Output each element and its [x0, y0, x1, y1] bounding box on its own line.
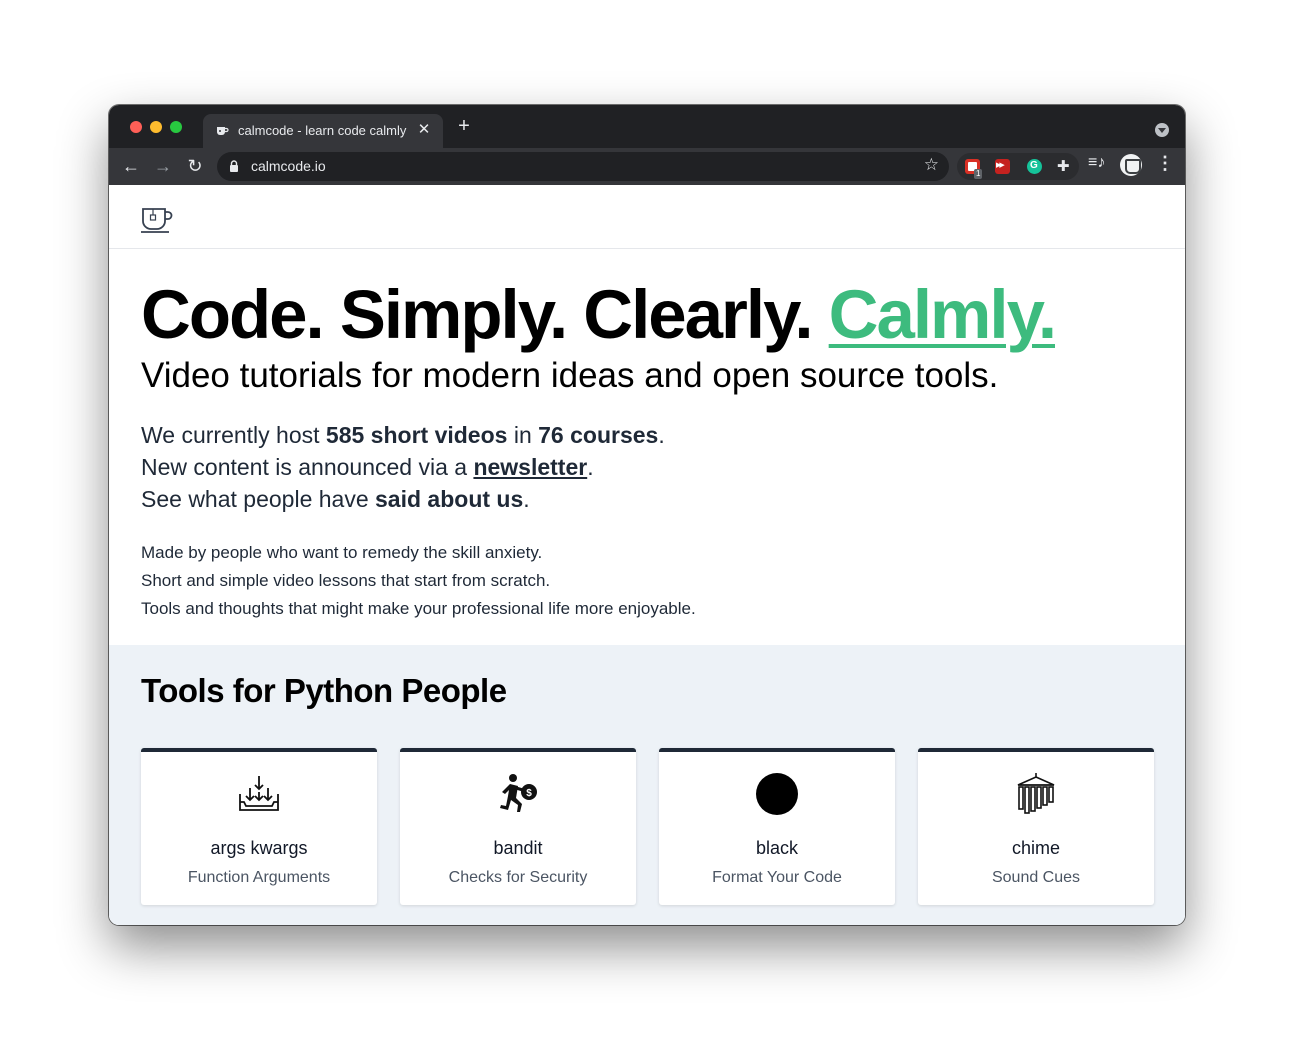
menu-icon[interactable]: ⋮ [1156, 153, 1174, 174]
calmly-link[interactable]: Calmly. [829, 276, 1057, 353]
stats-line-3: See what people have said about us. [141, 483, 665, 515]
stats-text: New content is announced via a [141, 454, 474, 480]
reload-button[interactable]: ↻ [182, 153, 208, 179]
media-icon[interactable]: ≡♪ [1088, 154, 1105, 172]
puzzle-icon[interactable]: ✚ [1057, 157, 1072, 175]
stats-text: . [658, 422, 665, 448]
card-subtitle: Format Your Code [712, 869, 842, 886]
stats-text: . [523, 486, 530, 512]
browser-window: calmcode - learn code calmly ✕ + ← → ↻ c… [109, 105, 1185, 925]
stats-line-2: New content is announced via a newslette… [141, 451, 665, 483]
about-line: Tools and thoughts that might make your … [141, 599, 696, 618]
black-circle-icon [756, 773, 798, 815]
course-card-black[interactable]: black Format Your Code [659, 748, 895, 905]
tab-close-icon[interactable]: ✕ [415, 120, 433, 140]
card-subtitle: Checks for Security [448, 869, 588, 886]
stats-text: . [587, 454, 594, 480]
about-block: Made by people who want to remedy the sk… [141, 539, 696, 623]
stats-text: in [507, 422, 539, 448]
coffee-cup-logo-icon[interactable] [141, 206, 173, 234]
svg-text:$: $ [526, 788, 532, 799]
newsletter-link[interactable]: newsletter [473, 454, 587, 480]
stats-line-1: We currently host 585 short videos in 76… [141, 419, 665, 451]
about-line: Short and simple video lessons that star… [141, 571, 551, 590]
extension-badge: 1 [974, 169, 983, 179]
extensions-area: 1 ✚ [957, 153, 1079, 180]
lock-icon [230, 160, 238, 172]
tab-title: calmcode - learn code calmly [238, 123, 407, 138]
card-subtitle: Sound Cues [991, 869, 1081, 886]
hero-title-main: Code. Simply. Clearly. [141, 276, 829, 353]
new-tab-button[interactable]: + [453, 116, 475, 138]
card-subtitle: Function Arguments [187, 869, 331, 886]
hero-subtitle: Video tutorials for modern ideas and ope… [141, 356, 999, 395]
url-text[interactable]: calmcode.io [251, 158, 326, 174]
tab-strip: calmcode - learn code calmly ✕ + [109, 105, 1185, 148]
videos-count: 585 short videos [325, 422, 508, 448]
card-title: black [755, 838, 799, 858]
course-card-args-kwargs[interactable]: args kwargs Function Arguments [141, 748, 377, 905]
card-title: chime [1011, 838, 1060, 858]
tools-heading: Tools for Python People [141, 672, 507, 709]
browser-toolbar: ← → ↻ calmcode.io ☆ 1 ✚ ≡♪ ⋮ [109, 148, 1185, 185]
back-button[interactable]: ← [118, 153, 144, 179]
minimize-window-button[interactable] [150, 121, 162, 133]
inbox-arrows-icon [239, 776, 279, 811]
stats-text: We currently host [141, 422, 326, 448]
bandit-runner-icon: $ [500, 774, 537, 812]
hero-title: Code. Simply. Clearly. Calmly. [141, 280, 1057, 350]
course-card-bandit[interactable]: $ bandit Checks for Security [400, 748, 636, 905]
page-content: Code. Simply. Clearly. Calmly. Video tut… [109, 185, 1185, 925]
stats-block: We currently host 585 short videos in 76… [141, 419, 665, 515]
close-window-button[interactable] [130, 121, 142, 133]
tools-section: Tools for Python People args kwargs Func… [109, 645, 1185, 925]
maximize-window-button[interactable] [170, 121, 182, 133]
grammarly-extension-icon[interactable] [1027, 159, 1042, 174]
stats-text: See what people have [141, 486, 376, 512]
about-line: Made by people who want to remedy the sk… [141, 543, 543, 562]
star-icon[interactable]: ☆ [924, 155, 939, 175]
card-title: args kwargs [210, 838, 308, 858]
favicon-icon [217, 127, 229, 135]
course-card-chime[interactable]: chime Sound Cues [918, 748, 1154, 905]
tab-calmcode[interactable]: calmcode - learn code calmly ✕ [203, 114, 443, 148]
site-header [109, 185, 1185, 249]
forward-button[interactable]: → [150, 153, 176, 179]
said-about-us-link[interactable]: said about us [375, 486, 523, 512]
address-bar[interactable]: calmcode.io ☆ [217, 152, 949, 181]
profile-icon[interactable] [1120, 154, 1142, 176]
courses-count: 76 courses [538, 422, 659, 448]
tab-search-icon[interactable] [1155, 123, 1169, 137]
video-speed-extension-icon[interactable] [995, 159, 1010, 174]
card-title: bandit [493, 838, 543, 858]
wind-chime-icon [1017, 773, 1055, 814]
